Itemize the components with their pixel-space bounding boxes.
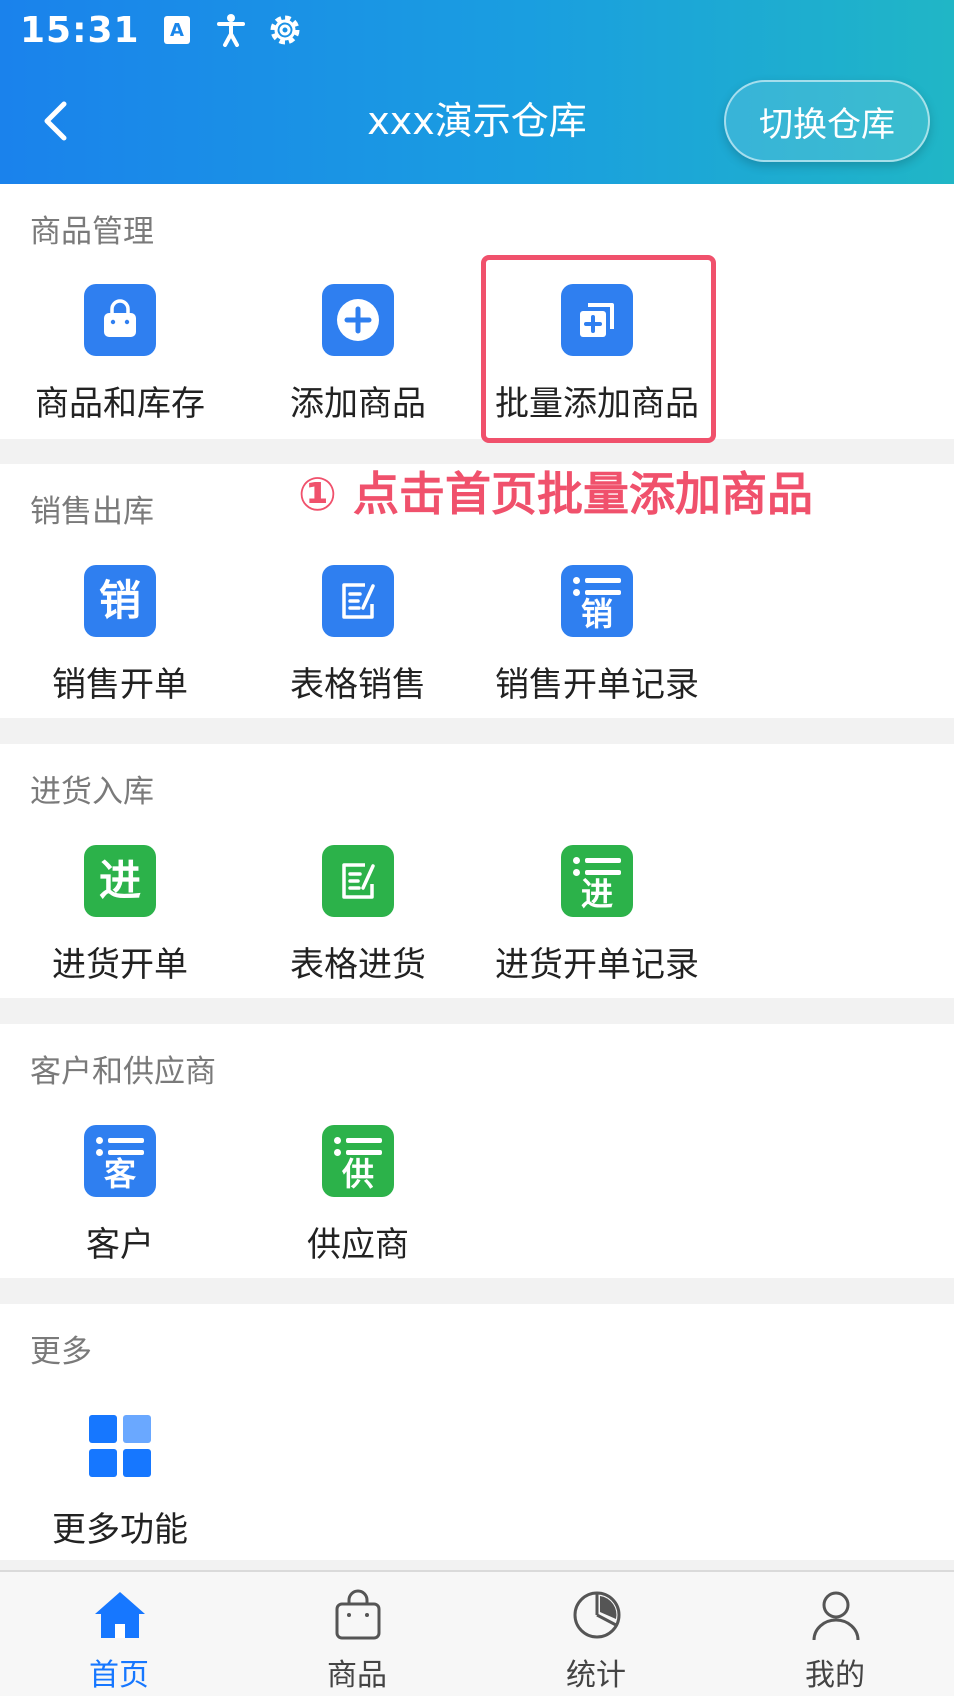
customer-list-icon: 客	[84, 1125, 156, 1197]
menu-item-suppliers[interactable]: 供 供应商	[238, 1125, 478, 1285]
menu-item-sales-order[interactable]: 销 销售开单	[0, 565, 240, 725]
purchase-record-icon: 进	[561, 845, 633, 917]
tile-glyph: 进	[580, 874, 613, 913]
tile-glyph: 客	[103, 1154, 136, 1193]
menu-item-form-purchase[interactable]: 表格进货	[238, 845, 478, 1005]
tab-label: 商品	[327, 1658, 387, 1693]
tab-home[interactable]: 首页	[0, 1572, 238, 1696]
svg-text:A: A	[170, 20, 184, 41]
plus-circle-icon	[322, 284, 394, 356]
section-purchase-inbound: 进货入库 进 进货开单 表格进货 进 进货开单记录	[0, 744, 954, 998]
back-button[interactable]	[30, 96, 80, 146]
menu-item-label: 客户	[86, 1225, 154, 1265]
pie-chart-icon	[573, 1591, 621, 1639]
menu-item-label: 表格销售	[290, 665, 426, 705]
batch-add-icon	[561, 284, 633, 356]
chevron-left-icon	[44, 101, 67, 141]
menu-item-sales-records[interactable]: 销 销售开单记录	[477, 565, 717, 725]
status-time: 15:31	[20, 9, 140, 51]
status-bar: 15:31 A	[20, 8, 302, 52]
section-customers-suppliers: 客户和供应商 客 客户 供 供应商	[0, 1024, 954, 1278]
tile-glyph: 供	[341, 1154, 374, 1193]
section-sales-outbound: 销售出库 销 销售开单 表格销售 销 销售开单记录	[0, 464, 954, 718]
menu-item-label: 进货开单	[52, 945, 188, 985]
tab-products[interactable]: 商品	[238, 1572, 476, 1696]
menu-item-customers[interactable]: 客 客户	[0, 1125, 240, 1285]
form-edit-icon	[322, 845, 394, 917]
section-product-management: 商品管理 商品和库存 添加商品 批量添加商品	[0, 184, 954, 439]
menu-item-purchase-records[interactable]: 进 进货开单记录	[477, 845, 717, 1005]
accessibility-icon	[214, 13, 248, 47]
tab-label: 首页	[89, 1658, 149, 1693]
section-title: 更多	[30, 1334, 92, 1370]
bottom-tab-bar: 首页 商品 统计 我的	[0, 1570, 954, 1696]
section-title: 商品管理	[30, 214, 154, 250]
purchase-icon: 进	[84, 845, 156, 917]
menu-item-label: 销售开单	[52, 665, 188, 705]
menu-item-batch-add-products[interactable]: 批量添加商品	[477, 284, 717, 444]
menu-item-products-inventory[interactable]: 商品和库存	[0, 284, 240, 444]
menu-item-label: 商品和库存	[35, 384, 205, 424]
form-edit-icon	[322, 565, 394, 637]
tab-mine[interactable]: 我的	[716, 1572, 954, 1696]
section-more: 更多 更多功能	[0, 1304, 954, 1560]
font-a-icon: A	[160, 13, 194, 47]
section-title: 销售出库	[30, 494, 154, 530]
section-title: 进货入库	[30, 774, 154, 810]
tile-glyph: 进	[98, 856, 141, 905]
menu-item-label: 进货开单记录	[495, 945, 699, 985]
tab-label: 我的	[805, 1658, 865, 1693]
bag-icon	[335, 1589, 381, 1640]
menu-item-label: 表格进货	[290, 945, 426, 985]
menu-item-label: 添加商品	[290, 384, 426, 424]
home-icon	[95, 1592, 145, 1638]
menu-item-label: 更多功能	[52, 1510, 188, 1550]
menu-item-add-product[interactable]: 添加商品	[238, 284, 478, 444]
sales-record-icon: 销	[561, 565, 633, 637]
menu-item-label: 销售开单记录	[495, 665, 699, 705]
app-header: 15:31 A xxx演示仓库 切换仓库	[0, 0, 954, 184]
tab-statistics[interactable]: 统计	[477, 1572, 715, 1696]
nav-bar: xxx演示仓库 切换仓库	[0, 80, 954, 162]
grid-icon	[84, 1410, 156, 1482]
menu-item-label: 供应商	[307, 1225, 409, 1265]
menu-item-purchase-order[interactable]: 进 进货开单	[0, 845, 240, 1005]
tile-glyph: 销	[98, 576, 141, 625]
shopping-bag-icon	[84, 284, 156, 356]
section-title: 客户和供应商	[30, 1054, 216, 1090]
menu-item-more-functions[interactable]: 更多功能	[0, 1410, 240, 1570]
switch-warehouse-button[interactable]: 切换仓库	[724, 80, 930, 162]
tile-glyph: 销	[580, 594, 613, 633]
supplier-list-icon: 供	[322, 1125, 394, 1197]
menu-item-form-sales[interactable]: 表格销售	[238, 565, 478, 725]
tab-label: 统计	[566, 1658, 626, 1693]
menu-item-label: 批量添加商品	[495, 384, 699, 424]
gear-icon	[268, 13, 302, 47]
user-icon	[812, 1591, 860, 1641]
sales-icon: 销	[84, 565, 156, 637]
